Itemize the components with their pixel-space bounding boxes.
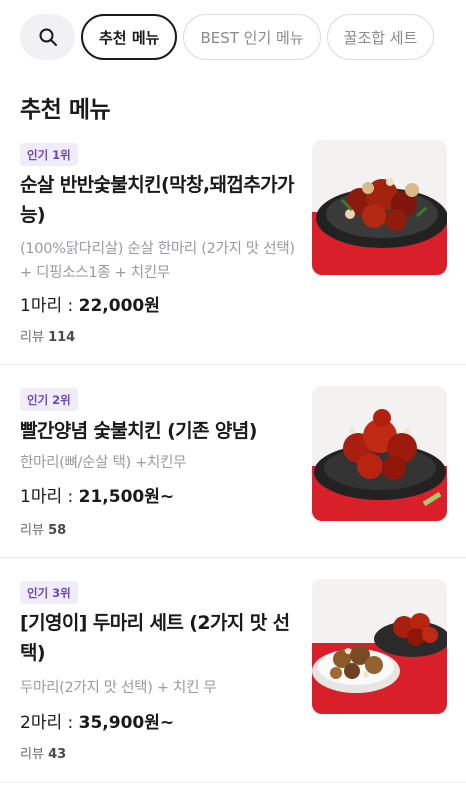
tab-recommended[interactable]: 추천 메뉴 (81, 14, 178, 60)
menu-name: [기영이] 두마리 세트 (2가지 맛 선택) (20, 612, 290, 664)
price-amount: 22,000원 (78, 296, 160, 316)
menu-price: 2마리 : 35,900원~ (20, 711, 174, 735)
review-label: 리뷰 (20, 330, 44, 345)
review-number: 43 (48, 747, 67, 762)
menu-photo (312, 140, 447, 275)
menu-description: (100%닭다리살) 순살 한마리 (2가지 맛 선택) + 디핑소스1종 + … (20, 241, 295, 281)
review-number: 58 (48, 523, 67, 538)
menu-price: 1마리 : 22,000원 (20, 294, 160, 318)
review-count: 리뷰 43 (20, 743, 66, 762)
tab-honey-combo-set[interactable]: 꿀조합 세트 (326, 14, 435, 60)
menu-name: 순살 반반숯불치킨(막창,돼껍추가가능) (20, 174, 295, 226)
menu-item[interactable]: 인기 3위 [기영이] 두마리 세트 (2가지 맛 선택) 두마리(2가지 맛 … (0, 557, 466, 783)
review-label: 리뷰 (20, 523, 44, 538)
review-label: 리뷰 (20, 747, 44, 762)
menu-description: 두마리(2가지 맛 선택) + 치킨 무 (20, 680, 217, 696)
search-icon (39, 28, 57, 46)
search-button[interactable] (20, 14, 75, 60)
price-prefix: 2마리 : (20, 713, 79, 733)
category-tabs: 추천 메뉴 BEST 인기 메뉴 꿀조합 세트 (20, 14, 466, 60)
section-title: 추천 메뉴 (20, 97, 111, 123)
menu-photo (312, 579, 447, 714)
rank-badge: 인기 1위 (20, 143, 78, 166)
menu-name: 빨간양념 숯불치킨 (기존 양념) (20, 420, 257, 442)
price-amount: 35,900원~ (78, 713, 175, 733)
price-prefix: 1마리 : (20, 296, 79, 316)
review-count: 리뷰 58 (20, 519, 66, 538)
menu-item[interactable]: 인기 2위 빨간양념 숯불치킨 (기존 양념) 한마리(뼈/순살 택) +치킨무… (0, 365, 466, 558)
review-number: 114 (48, 330, 76, 345)
price-prefix: 1마리 : (20, 487, 79, 507)
price-amount: 21,500원~ (78, 487, 175, 507)
menu-item[interactable]: 인기 1위 순살 반반숯불치킨(막창,돼껍추가가능) (100%닭다리살) 순살… (0, 140, 466, 365)
rank-badge: 인기 2위 (20, 388, 78, 411)
menu-description: 한마리(뼈/순살 택) +치킨무 (20, 455, 187, 471)
menu-price: 1마리 : 21,500원~ (20, 485, 174, 509)
menu-photo (312, 386, 447, 521)
rank-badge: 인기 3위 (20, 581, 78, 604)
tab-best-popular[interactable]: BEST 인기 메뉴 (183, 14, 321, 60)
review-count: 리뷰 114 (20, 326, 75, 345)
